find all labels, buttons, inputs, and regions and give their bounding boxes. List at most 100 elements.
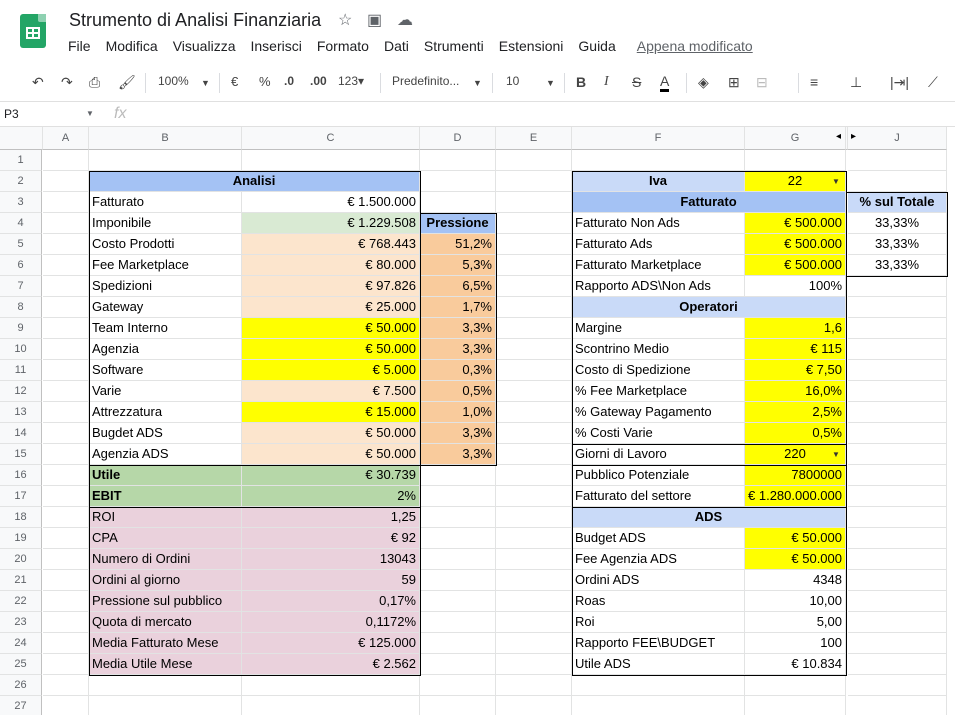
row-header-15[interactable]: 15: [0, 444, 42, 465]
row-header-1[interactable]: 1: [0, 150, 42, 171]
row-header-16[interactable]: 16: [0, 465, 42, 486]
row-header-19[interactable]: 19: [0, 528, 42, 549]
grid-cell[interactable]: [43, 549, 89, 570]
cell-b2[interactable]: Analisi: [89, 171, 420, 192]
cell-c14[interactable]: € 50.000: [242, 423, 420, 444]
menu-extensions[interactable]: Estensioni: [499, 38, 564, 54]
font-select[interactable]: Predefinito...: [392, 74, 459, 88]
grid-cell[interactable]: [43, 297, 89, 318]
cell-b17[interactable]: EBIT: [89, 486, 242, 507]
grid-cell[interactable]: [496, 633, 572, 654]
grid-cell[interactable]: [848, 381, 947, 402]
sheet-grid[interactable]: A B C D E F G J ◂ ▸ 1 2 Analisi Iva 22 ▼ 3 Fatturato € 1.5…: [0, 127, 955, 715]
cell-g20[interactable]: € 50.000: [745, 549, 846, 570]
grid-cell[interactable]: [745, 696, 846, 715]
text-color-button[interactable]: A: [660, 74, 670, 92]
grid-cell[interactable]: [89, 696, 242, 715]
grid-cell[interactable]: [496, 381, 572, 402]
grid-cell[interactable]: [496, 465, 572, 486]
menu-data[interactable]: Dati: [384, 38, 409, 54]
cell-b18[interactable]: ROI: [89, 507, 242, 528]
row-header-6[interactable]: 6: [0, 255, 42, 276]
cell-c25[interactable]: € 2.562: [242, 654, 420, 675]
cell-b20[interactable]: Numero di Ordini: [89, 549, 242, 570]
grid-cell[interactable]: [420, 654, 496, 675]
menu-file[interactable]: File: [68, 38, 91, 54]
cell-f10[interactable]: Scontrino Medio: [572, 339, 745, 360]
grid-cell[interactable]: [848, 339, 947, 360]
grid-cell[interactable]: [496, 696, 572, 715]
more-formats-button[interactable]: 123▾: [338, 74, 364, 88]
grid-cell[interactable]: [89, 150, 242, 171]
row-header-4[interactable]: 4: [0, 213, 42, 234]
grid-cell[interactable]: [848, 150, 947, 171]
cell-f6[interactable]: Fatturato Marketplace: [572, 255, 745, 276]
text-wrap-icon[interactable]: |⇥|: [890, 74, 909, 91]
cell-b16[interactable]: Utile: [89, 465, 242, 486]
cell-b6[interactable]: Fee Marketplace: [89, 255, 242, 276]
cell-b23[interactable]: Quota di mercato: [89, 612, 242, 633]
grid-cell[interactable]: [496, 612, 572, 633]
grid-cell[interactable]: [745, 150, 846, 171]
column-header-c[interactable]: C: [242, 127, 420, 150]
cell-f24[interactable]: Rapporto FEE\BUDGET: [572, 633, 745, 654]
cell-j3[interactable]: % sul Totale: [848, 192, 947, 213]
cell-c13[interactable]: € 15.000: [242, 402, 420, 423]
text-rotate-icon[interactable]: ⟋: [928, 74, 938, 91]
cell-b15[interactable]: Agenzia ADS: [89, 444, 242, 465]
grid-cell[interactable]: [496, 276, 572, 297]
grid-cell[interactable]: [496, 318, 572, 339]
grid-cell[interactable]: [745, 675, 846, 696]
grid-cell[interactable]: [43, 234, 89, 255]
grid-cell[interactable]: [496, 486, 572, 507]
row-header-25[interactable]: 25: [0, 654, 42, 675]
cell-g14[interactable]: 0,5%: [745, 423, 846, 444]
cell-c22[interactable]: 0,17%: [242, 591, 420, 612]
cell-c9[interactable]: € 50.000: [242, 318, 420, 339]
cell-g21[interactable]: 4348: [745, 570, 846, 591]
grid-cell[interactable]: [848, 696, 947, 715]
grid-cell[interactable]: [420, 675, 496, 696]
cell-c3[interactable]: € 1.500.000: [242, 192, 420, 213]
grid-cell[interactable]: [496, 360, 572, 381]
row-header-10[interactable]: 10: [0, 339, 42, 360]
grid-cell[interactable]: [848, 591, 947, 612]
cell-f5[interactable]: Fatturato Ads: [572, 234, 745, 255]
cell-g12[interactable]: 16,0%: [745, 381, 846, 402]
grid-cell[interactable]: [242, 696, 420, 715]
grid-cell[interactable]: [43, 465, 89, 486]
cell-c17[interactable]: 2%: [242, 486, 420, 507]
grid-cell[interactable]: [496, 423, 572, 444]
grid-cell[interactable]: [496, 339, 572, 360]
name-box[interactable]: P3: [4, 107, 19, 121]
cell-f3[interactable]: Fatturato: [572, 192, 846, 213]
grid-cell[interactable]: [420, 171, 496, 192]
grid-cell[interactable]: [43, 633, 89, 654]
cell-g5[interactable]: € 500.000: [745, 234, 846, 255]
grid-cell[interactable]: [496, 528, 572, 549]
row-header-12[interactable]: 12: [0, 381, 42, 402]
cloud-status-icon[interactable]: ☁: [397, 10, 413, 30]
grid-cell[interactable]: [848, 402, 947, 423]
cell-d7[interactable]: 6,5%: [420, 276, 496, 297]
cell-b12[interactable]: Varie: [89, 381, 242, 402]
menu-help[interactable]: Guida: [578, 38, 615, 54]
dropdown-chevron-icon[interactable]: ▼: [832, 450, 840, 459]
grid-cell[interactable]: [420, 570, 496, 591]
menu-edit[interactable]: Modifica: [106, 38, 158, 54]
grid-cell[interactable]: [496, 591, 572, 612]
cell-c24[interactable]: € 125.000: [242, 633, 420, 654]
cell-b7[interactable]: Spedizioni: [89, 276, 242, 297]
cell-f2[interactable]: Iva: [572, 171, 745, 192]
cell-d14[interactable]: 3,3%: [420, 423, 496, 444]
cell-c19[interactable]: € 92: [242, 528, 420, 549]
row-header-8[interactable]: 8: [0, 297, 42, 318]
redo-icon[interactable]: ↷: [61, 74, 73, 91]
row-header-22[interactable]: 22: [0, 591, 42, 612]
decrease-decimal-button[interactable]: .0: [284, 74, 294, 88]
grid-cell[interactable]: [420, 549, 496, 570]
cell-b5[interactable]: Costo Prodotti: [89, 234, 242, 255]
grid-cell[interactable]: [848, 171, 947, 192]
cell-f21[interactable]: Ordini ADS: [572, 570, 745, 591]
cell-f18[interactable]: ADS: [572, 507, 846, 528]
